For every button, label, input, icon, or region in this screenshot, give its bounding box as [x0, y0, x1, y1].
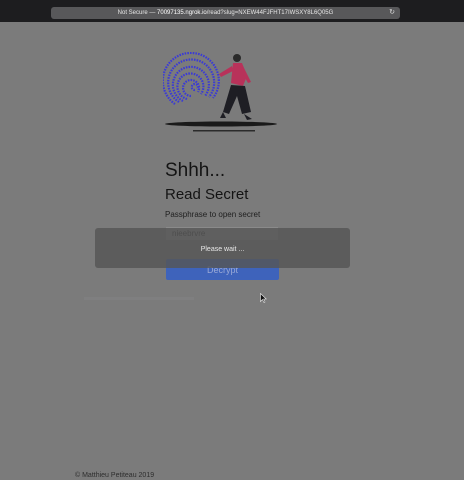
address-bar[interactable]: Not Secure — 70097135.ngrok.io/read?slug… — [51, 7, 400, 19]
fingerprint-icon — [163, 52, 220, 105]
address-prefix: Not Secure — — [117, 10, 158, 16]
loading-overlay: Please wait ... — [95, 228, 350, 268]
reload-icon[interactable]: ↻ — [387, 7, 397, 19]
address-domain: 70097135.ngrok.io — [157, 10, 207, 16]
fingerprint-woman-illustration — [163, 52, 277, 132]
footer-copyright: © Matthieu Petiteau 2019 — [75, 472, 155, 479]
mouse-cursor-icon — [260, 293, 267, 303]
browser-toolbar: Not Secure — 70097135.ngrok.io/read?slug… — [0, 0, 464, 22]
ground-line — [193, 130, 255, 132]
woman-figure — [219, 54, 252, 120]
page-content: Shhh... Read Secret Passphrase to open s… — [0, 22, 464, 480]
page-subtitle: Read Secret — [165, 186, 249, 203]
faint-divider — [84, 297, 194, 300]
passphrase-label: Passphrase to open secret — [165, 210, 261, 219]
page-title: Shhh... — [165, 160, 226, 181]
address-path: /read?slug=NXEW44FJFHT17IWSXY8L6Q05G — [206, 10, 334, 16]
ground-shadow — [165, 121, 277, 127]
loading-message: Please wait ... — [200, 246, 245, 253]
